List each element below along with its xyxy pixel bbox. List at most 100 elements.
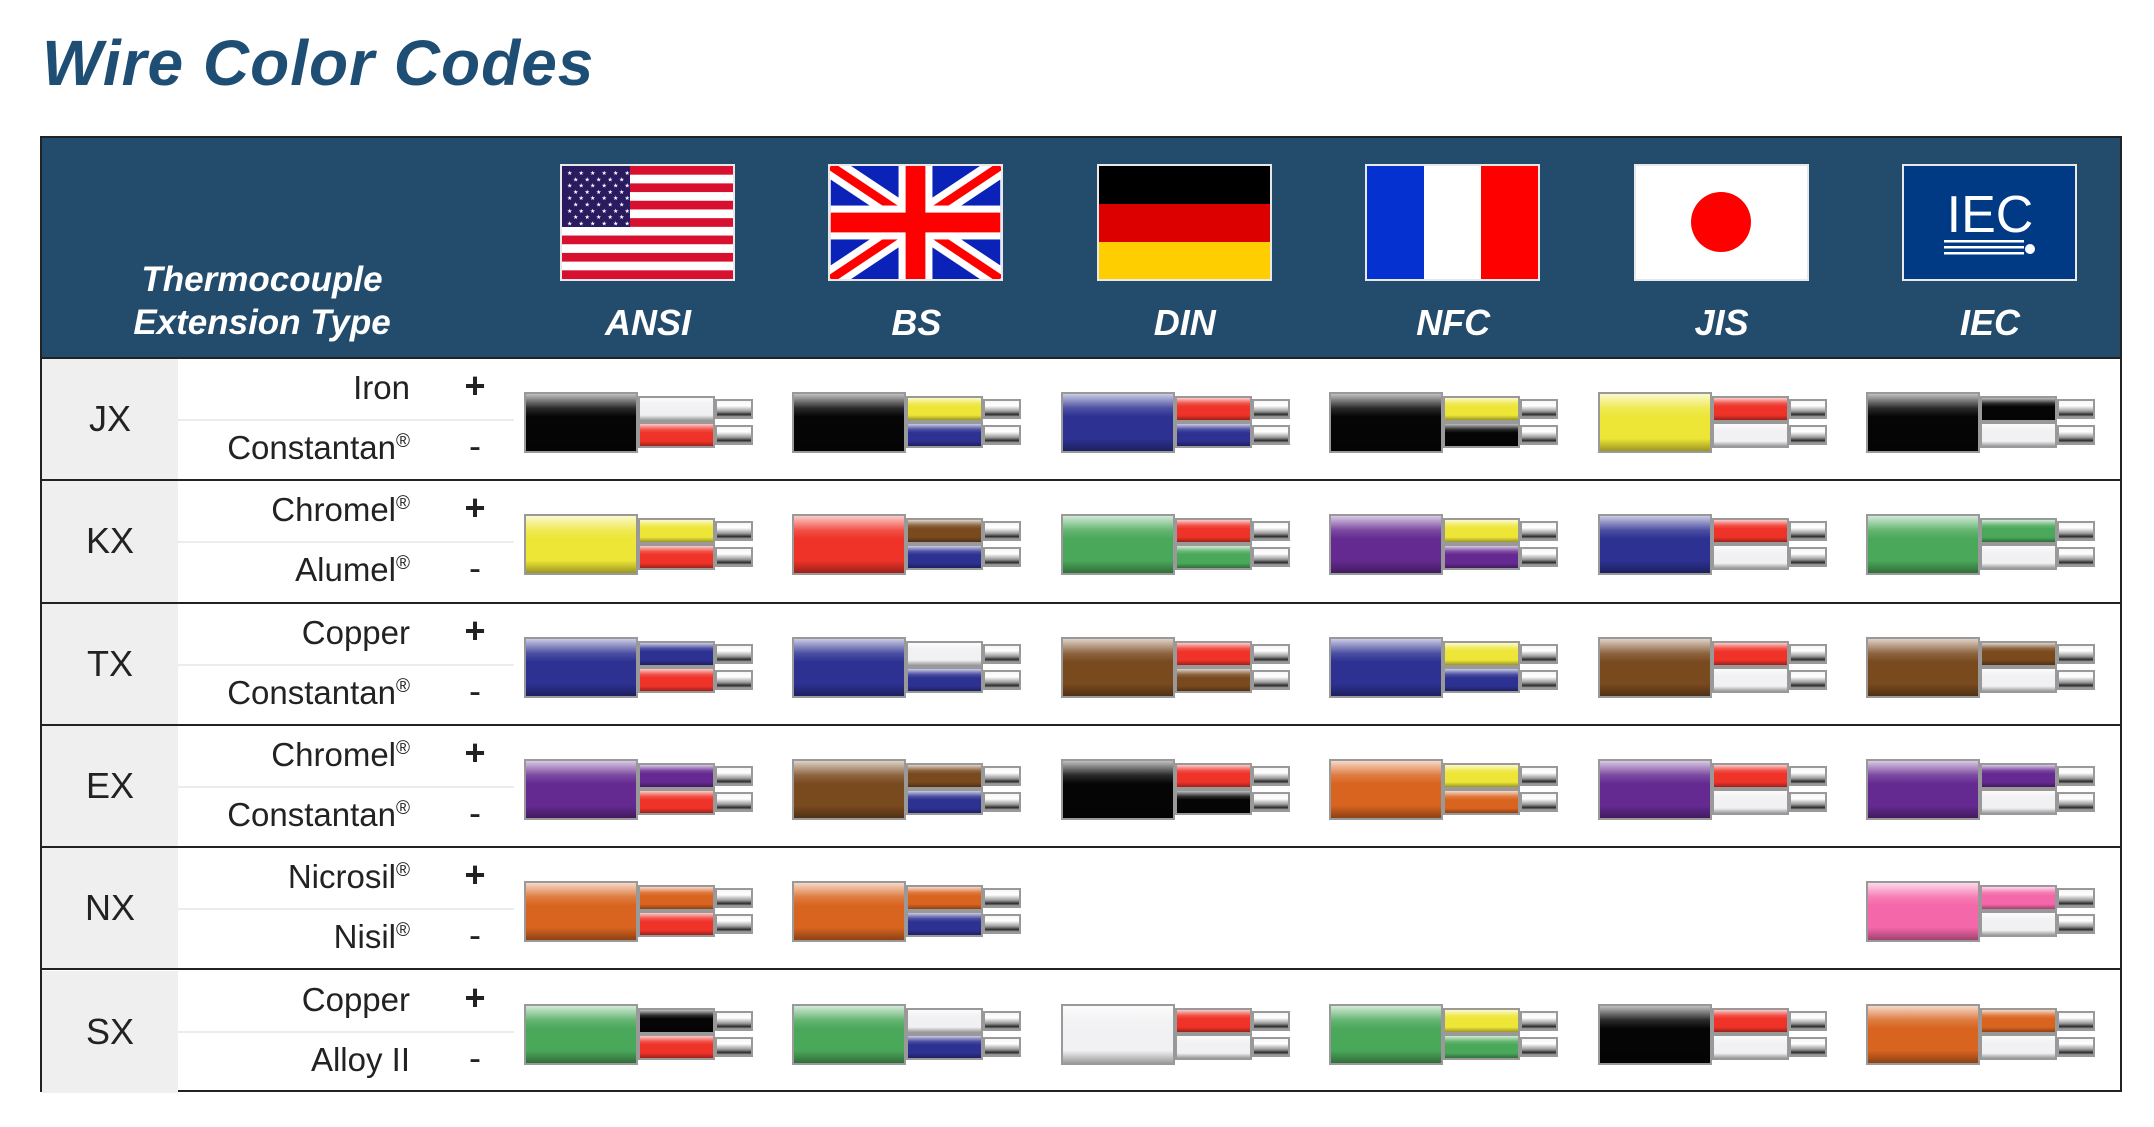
negative-insulation [638, 666, 715, 693]
positive-insulation [1174, 762, 1252, 789]
conductor-tip [1788, 521, 1827, 542]
cable-ex-iec [1856, 726, 2124, 846]
conductor-tip [1788, 669, 1827, 690]
cable-tx-iec [1856, 604, 2124, 724]
conductor-tip [983, 914, 1022, 935]
cable-jacket [1060, 392, 1175, 453]
positive-conductor: Iron + [178, 359, 514, 421]
conductor-name-text: Constantan [227, 795, 396, 833]
svg-text:★: ★ [625, 170, 630, 177]
negative-insulation [1174, 422, 1252, 448]
cable-kx-jis [1588, 481, 1856, 601]
positive-conductor: Nicrosil® + [178, 848, 514, 911]
positive-conductor: Chromel® + [178, 481, 514, 544]
conductor-tip [1520, 425, 1559, 445]
conductor-name: Constantan® [227, 674, 410, 712]
cable-nx-ansi [514, 848, 782, 968]
table-row-ex: EX Chromel® + Constantan® - [42, 725, 2120, 849]
svg-text:★: ★ [567, 208, 572, 215]
positive-insulation [1174, 518, 1252, 545]
conductor-tip [1788, 1036, 1827, 1057]
negative-insulation [906, 1033, 984, 1060]
conductor-name: Constantan® [227, 796, 410, 834]
standard-label: BS [891, 302, 942, 343]
cable-sx-din [1051, 971, 1319, 1093]
registered-mark: ® [396, 737, 410, 759]
negative-conductor: Constantan® - [178, 419, 514, 479]
cable-ex-din [1051, 726, 1319, 846]
conductor-tip [715, 547, 753, 568]
conductor-tip [983, 425, 1022, 445]
negative-insulation [1443, 544, 1521, 571]
cable-tx-nfc [1319, 604, 1587, 724]
positive-insulation [638, 396, 715, 422]
conductor-tip [983, 547, 1022, 568]
cable-jx-nfc [1319, 359, 1587, 479]
cable-nx-bs [782, 848, 1050, 968]
cable-kx-iec [1856, 481, 2124, 601]
registered-mark: ® [396, 431, 410, 452]
registered-mark: ® [396, 675, 410, 697]
cable-jacket [1060, 1003, 1175, 1065]
conductor-name: Alloy II [311, 1041, 410, 1079]
conductor-tip [715, 425, 753, 445]
negative-insulation [1711, 666, 1789, 693]
cable-jacket [792, 514, 907, 576]
conductor-tip [1520, 521, 1559, 542]
cable-kx-din [1051, 481, 1319, 601]
svg-text:★: ★ [567, 195, 572, 202]
conductor-tip [983, 888, 1022, 909]
cable-jacket [792, 392, 907, 453]
plus-sign: + [464, 365, 486, 406]
cable-kx-ansi [514, 481, 782, 601]
conductor-name-text: Chromel [271, 491, 396, 529]
cable-jacket [1866, 758, 1980, 820]
uk-flag-icon [828, 164, 1004, 281]
negative-insulation [906, 911, 984, 938]
negative-insulation [906, 544, 984, 571]
negative-insulation [1711, 788, 1789, 815]
svg-text:★: ★ [625, 195, 630, 202]
negative-insulation [1443, 1033, 1521, 1060]
table-row-jx: JX Iron + Constantan® - [42, 359, 2120, 482]
positive-insulation [1980, 1007, 2057, 1034]
negative-insulation [1711, 1033, 1789, 1060]
negative-insulation [638, 422, 715, 448]
cable-ex-bs [782, 726, 1050, 846]
standard-column-jis: JIS [1588, 138, 1856, 359]
conductor-tip [1251, 521, 1290, 542]
svg-text:★: ★ [590, 170, 595, 177]
minus-sign: - [469, 914, 481, 956]
positive-insulation [1443, 640, 1521, 667]
iec-logo-icon: IEC [1902, 164, 2077, 281]
minus-sign: - [469, 669, 481, 711]
svg-text:★: ★ [567, 183, 572, 190]
extension-type-cell: SX [42, 970, 178, 1093]
minus-sign: - [469, 425, 481, 466]
cable-ex-ansi [514, 726, 782, 846]
conductor-tip [1520, 765, 1559, 786]
cable-jacket [1597, 514, 1712, 576]
positive-insulation [1174, 396, 1252, 422]
positive-insulation [1711, 396, 1789, 422]
cable-jacket [1597, 1003, 1712, 1065]
svg-text:★: ★ [625, 220, 630, 227]
cable-kx-nfc [1319, 481, 1587, 601]
positive-insulation [906, 762, 984, 789]
cable-jacket [524, 514, 638, 576]
conductor-tip [983, 669, 1022, 690]
cable-jacket [792, 1003, 907, 1065]
extension-type-heading: Thermocouple Extension Type [102, 258, 422, 344]
cable-jacket [1597, 636, 1712, 698]
positive-insulation [906, 885, 984, 912]
conductor-name: Chromel® [271, 491, 410, 529]
conductor-tip [2057, 669, 2095, 690]
negative-insulation [1980, 788, 2057, 815]
conductor-tip [983, 791, 1022, 812]
conductor-tip [2057, 791, 2095, 812]
negative-insulation [1174, 544, 1252, 571]
conductor-tip [1520, 791, 1559, 812]
cable-jacket [1866, 636, 1980, 698]
conductor-tip [715, 914, 753, 935]
svg-text:★: ★ [567, 220, 572, 227]
